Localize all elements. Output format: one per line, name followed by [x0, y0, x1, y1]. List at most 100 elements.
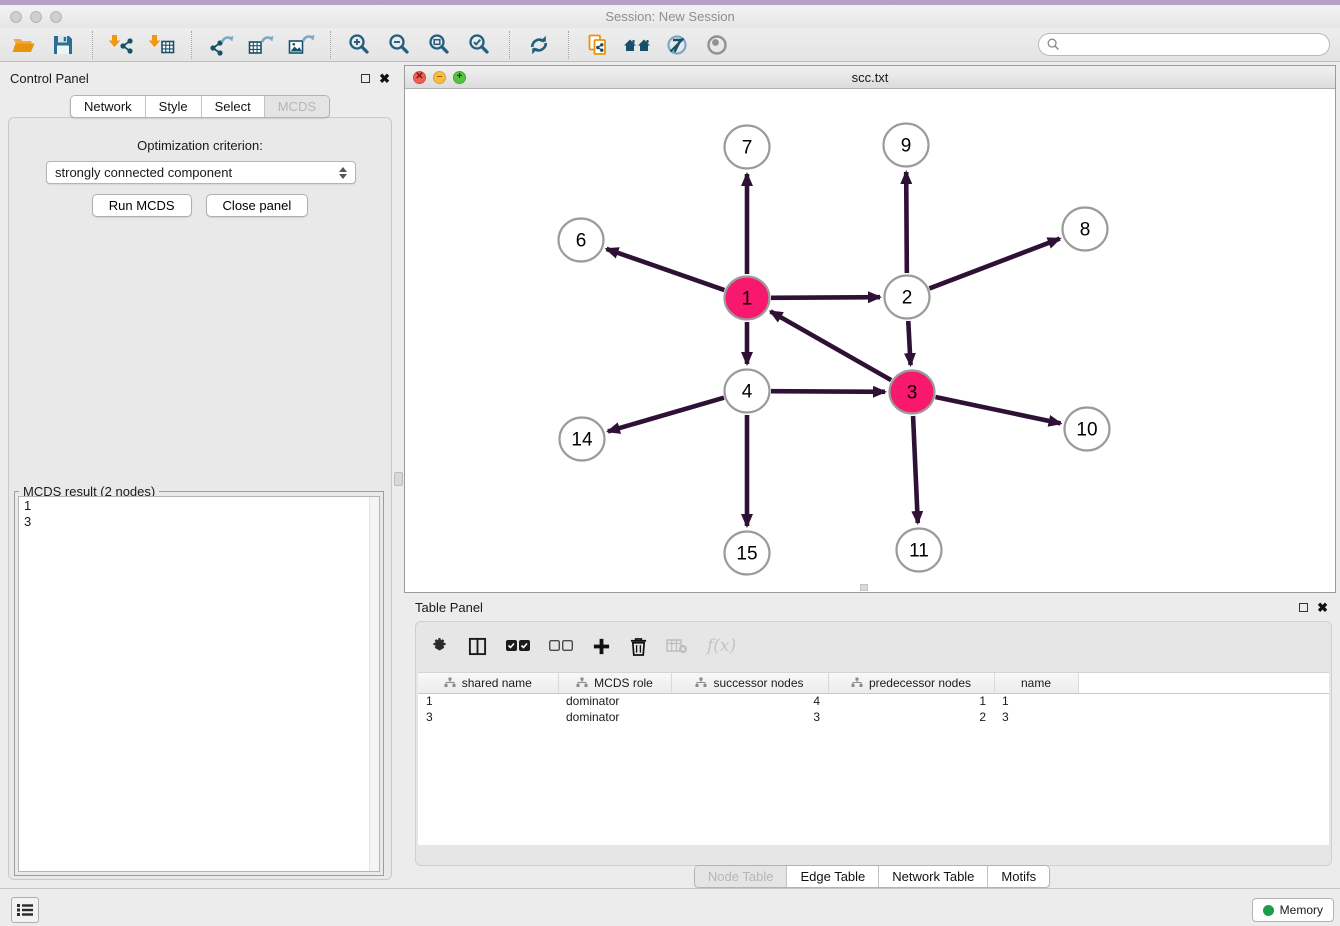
tab-edge-table[interactable]: Edge Table: [787, 866, 879, 887]
column-header-shared-name[interactable]: shared name: [418, 673, 558, 693]
svg-text:6: 6: [576, 231, 587, 252]
delete-row-trash-icon[interactable]: [630, 637, 647, 656]
tab-network[interactable]: Network: [71, 96, 146, 117]
table-header-row[interactable]: shared name MCDS role successor nodes pr…: [418, 673, 1329, 693]
cell-successor-nodes[interactable]: 3: [671, 709, 828, 725]
result-scrollbar[interactable]: [369, 497, 379, 871]
save-session-icon[interactable]: [48, 32, 78, 58]
export-network-icon[interactable]: [206, 32, 236, 58]
cell-mcds-role[interactable]: dominator: [558, 693, 671, 709]
add-row-plus-icon[interactable]: [592, 637, 611, 656]
hierarchy-icon: [851, 677, 863, 688]
clone-network-icon[interactable]: [583, 32, 613, 58]
tab-motifs[interactable]: Motifs: [988, 866, 1049, 887]
toolbar-separator: [92, 31, 93, 59]
network-window-titlebar[interactable]: ✕ – + scc.txt: [405, 66, 1335, 89]
run-mcds-button[interactable]: Run MCDS: [92, 194, 192, 217]
graph-edge-1-2[interactable]: [771, 297, 880, 298]
tab-mcds[interactable]: MCDS: [265, 96, 329, 117]
graph-edge-4-14[interactable]: [608, 398, 724, 432]
import-table-icon[interactable]: [147, 32, 177, 58]
cell-successor-nodes[interactable]: 4: [671, 693, 828, 709]
graph-edge-3-1[interactable]: [770, 311, 891, 380]
export-image-icon[interactable]: [286, 32, 316, 58]
graph-node-11[interactable]: 11: [897, 529, 942, 572]
bird-view-eye-icon[interactable]: [703, 32, 733, 58]
cell-predecessor-nodes[interactable]: 2: [828, 709, 994, 725]
optimization-criterion-dropdown[interactable]: strongly connected component: [46, 161, 356, 184]
mcds-result-textarea[interactable]: 1 3: [18, 496, 380, 872]
canvas-splitter-grip[interactable]: [860, 584, 868, 591]
table-row[interactable]: 3 dominator 3 2 3: [418, 709, 1329, 725]
column-header-successor-nodes[interactable]: successor nodes: [671, 673, 828, 693]
cell-predecessor-nodes[interactable]: 1: [828, 693, 994, 709]
main-titlebar: Session: New Session: [0, 5, 1340, 28]
graph-node-8[interactable]: 8: [1063, 208, 1108, 251]
column-header-name[interactable]: name: [994, 673, 1078, 693]
graph-edge-2-8[interactable]: [929, 239, 1059, 289]
tab-node-table[interactable]: Node Table: [695, 866, 788, 887]
task-history-button[interactable]: [11, 897, 39, 923]
tab-style[interactable]: Style: [146, 96, 202, 117]
graph-edge-2-3[interactable]: [908, 321, 910, 365]
float-panel-icon[interactable]: [361, 74, 370, 83]
deselect-all-icon[interactable]: [549, 639, 573, 653]
cell-name[interactable]: 1: [994, 693, 1078, 709]
cell-shared-name[interactable]: 1: [418, 693, 558, 709]
graph-edge-1-6[interactable]: [606, 249, 724, 290]
zoom-out-icon[interactable]: [385, 32, 415, 58]
table-options-gear-icon[interactable]: [430, 637, 449, 656]
table-toolbar: f(x): [430, 627, 736, 665]
zoom-selected-icon[interactable]: [465, 32, 495, 58]
memory-button[interactable]: Memory: [1252, 898, 1334, 922]
zoom-fit-icon[interactable]: [425, 32, 455, 58]
global-search-box[interactable]: [1038, 33, 1330, 56]
graph-node-4[interactable]: 4: [725, 370, 770, 413]
float-table-panel-icon[interactable]: [1299, 603, 1308, 612]
show-column-icon[interactable]: [468, 637, 487, 656]
graph-node-3[interactable]: 3: [890, 371, 935, 414]
graph-node-6[interactable]: 6: [559, 219, 604, 262]
open-session-icon[interactable]: [8, 32, 38, 58]
graph-node-14[interactable]: 14: [560, 418, 605, 461]
table-row[interactable]: 1 dominator 4 1 1: [418, 693, 1329, 709]
graph-edge-3-11[interactable]: [913, 416, 918, 523]
close-panel-button[interactable]: Close panel: [206, 194, 309, 217]
graph-node-9[interactable]: 9: [884, 124, 929, 167]
column-header-mcds-role[interactable]: MCDS role: [558, 673, 671, 693]
close-panel-icon[interactable]: ✖: [379, 72, 390, 85]
tab-select[interactable]: Select: [202, 96, 265, 117]
graph-node-1[interactable]: 1: [725, 277, 770, 320]
toggle-graphics-details-icon[interactable]: [663, 32, 693, 58]
close-table-panel-icon[interactable]: ✖: [1317, 601, 1328, 614]
apply-layout-icon[interactable]: [524, 32, 554, 58]
graph-node-7[interactable]: 7: [725, 126, 770, 169]
graph-node-15[interactable]: 15: [725, 532, 770, 575]
cell-shared-name[interactable]: 3: [418, 709, 558, 725]
toolbar-separator: [509, 31, 510, 59]
search-input[interactable]: [1065, 38, 1321, 52]
apply-function-icon: f(x): [707, 636, 736, 656]
graph-node-2[interactable]: 2: [885, 276, 930, 319]
tab-network-table[interactable]: Network Table: [879, 866, 988, 887]
network-canvas[interactable]: 7 9 6 8 1 2 4 3 14 10 15 11: [405, 89, 1335, 592]
cell-name[interactable]: 3: [994, 709, 1078, 725]
node-table[interactable]: shared name MCDS role successor nodes pr…: [418, 672, 1329, 845]
cell-mcds-role[interactable]: dominator: [558, 709, 671, 725]
export-table-icon[interactable]: [246, 32, 276, 58]
svg-text:7: 7: [742, 138, 753, 159]
zoom-in-icon[interactable]: [345, 32, 375, 58]
import-network-icon[interactable]: [107, 32, 137, 58]
select-all-icon[interactable]: [506, 639, 530, 653]
vertical-splitter-grip[interactable]: [394, 472, 403, 486]
graph-node-10[interactable]: 10: [1065, 408, 1110, 451]
show-all-networks-icon[interactable]: [623, 32, 653, 58]
graph-edge-2-9[interactable]: [906, 172, 907, 273]
column-header-predecessor-nodes[interactable]: predecessor nodes: [828, 673, 994, 693]
svg-text:10: 10: [1076, 420, 1097, 441]
dropdown-updown-icon: [339, 167, 347, 179]
graph-edge-4-3[interactable]: [771, 391, 885, 392]
graph-edge-3-10[interactable]: [935, 397, 1060, 423]
svg-text:14: 14: [571, 430, 593, 451]
table-container: f(x) shared name MCDS role s: [415, 621, 1332, 866]
